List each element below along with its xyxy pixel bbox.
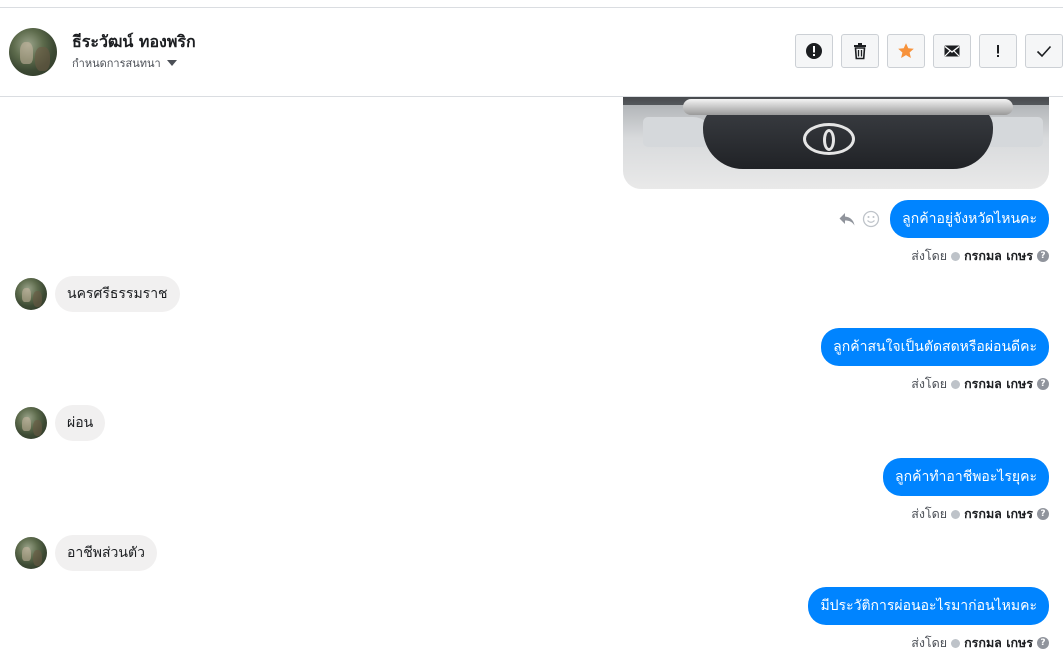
contact-avatar[interactable] xyxy=(9,28,57,76)
help-icon[interactable]: ? xyxy=(1037,378,1049,390)
message-bubble[interactable]: มีประวัติการผ่อนอะไรมาก่อนไหมคะ xyxy=(808,587,1049,625)
conversation-header: ธีระวัฒน์ ทองพริก กำหนดการสนทนา xyxy=(0,8,1063,97)
message-bubble[interactable]: ลูกค้าอยู่จังหวัดไหนคะ xyxy=(890,200,1049,238)
contact-avatar-small[interactable] xyxy=(15,278,47,310)
delete-button[interactable] xyxy=(841,34,879,68)
message-outgoing: ลูกค้าอยู่จังหวัดไหนคะ ส่งโดย กรกมล เกษร… xyxy=(838,200,1049,266)
header-actions xyxy=(795,34,1063,68)
message-bubble[interactable]: นครศรีธรรมราช xyxy=(55,276,180,312)
message-incoming: อาชีพส่วนตัว xyxy=(15,535,157,571)
sent-by-line: ส่งโดย กรกมล เกษร ? xyxy=(911,374,1049,394)
sender-name: กรกมล เกษร xyxy=(964,376,1033,391)
alert-circle-icon xyxy=(806,43,822,59)
contact-name[interactable]: ธีระวัฒน์ ทองพริก xyxy=(72,30,196,55)
message-thread[interactable]: ลูกค้าอยู่จังหวัดไหนคะ ส่งโดย กรกมล เกษร… xyxy=(0,97,1063,649)
sent-by-line: ส่งโดย กรกมล เกษร ? xyxy=(911,246,1049,266)
schedule-label: กำหนดการสนทนา xyxy=(72,57,161,70)
message-outgoing: มีประวัติการผ่อนอะไรมาก่อนไหมคะ ส่งโดย ก… xyxy=(808,587,1049,649)
verified-dot-icon xyxy=(951,379,961,389)
trash-icon xyxy=(854,43,866,60)
car-photo-attachment[interactable] xyxy=(623,97,1049,189)
toyota-emblem xyxy=(803,123,855,155)
caret-down-icon xyxy=(166,60,177,66)
sender-name: กรกมล เกษร xyxy=(964,506,1033,521)
message-bubble[interactable]: ลูกค้าสนใจเป็นตัดสดหรือผ่อนดีคะ xyxy=(821,328,1049,366)
message-bubble[interactable]: อาชีพส่วนตัว xyxy=(55,535,157,571)
conversation-schedule-dropdown[interactable]: กำหนดการสนทนา xyxy=(72,54,177,72)
sent-by-line: ส่งโดย กรกมล เกษร ? xyxy=(911,504,1049,524)
message-bubble[interactable]: ลูกค้าทำอาชีพอะไรยุคะ xyxy=(883,458,1049,496)
help-icon[interactable]: ? xyxy=(1037,250,1049,262)
contact-avatar-small[interactable] xyxy=(15,407,47,439)
help-icon[interactable]: ? xyxy=(1037,637,1049,649)
message-incoming: นครศรีธรรมราช xyxy=(15,276,180,312)
mail-button[interactable] xyxy=(933,34,971,68)
sent-by-line: ส่งโดย กรกมล เกษร ? xyxy=(911,633,1049,649)
check-icon xyxy=(1036,45,1052,58)
verified-dot-icon xyxy=(951,251,961,261)
star-button[interactable] xyxy=(887,34,925,68)
message-outgoing: ลูกค้าทำอาชีพอะไรยุคะ ส่งโดย กรกมล เกษร … xyxy=(883,458,1049,524)
emoji-icon[interactable] xyxy=(862,210,880,228)
sender-name: กรกมล เกษร xyxy=(964,635,1033,649)
message-bubble[interactable]: ผ่อน xyxy=(55,405,106,441)
message-outgoing: ลูกค้าสนใจเป็นตัดสดหรือผ่อนดีคะ ส่งโดย ก… xyxy=(821,328,1049,394)
mail-icon xyxy=(944,45,960,57)
verified-dot-icon xyxy=(951,509,961,519)
mark-done-button[interactable] xyxy=(1025,34,1063,68)
exclamation-icon xyxy=(997,45,999,57)
mark-important-button[interactable] xyxy=(979,34,1017,68)
reply-icon[interactable] xyxy=(838,210,856,228)
star-icon xyxy=(898,43,914,58)
help-icon[interactable]: ? xyxy=(1037,508,1049,520)
top-bar xyxy=(0,0,1063,8)
message-incoming: ผ่อน xyxy=(15,405,106,441)
contact-avatar-small[interactable] xyxy=(15,537,47,569)
report-button[interactable] xyxy=(795,34,833,68)
sender-name: กรกมล เกษร xyxy=(964,248,1033,263)
verified-dot-icon xyxy=(951,638,961,648)
message-tools xyxy=(838,210,880,228)
